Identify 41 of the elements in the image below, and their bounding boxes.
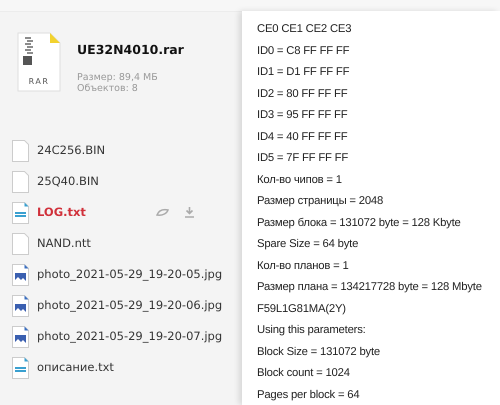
preview-text-line: Spare Size = 64 byte [257, 237, 360, 252]
archive-file-icon [17, 32, 61, 92]
archive-size: Размер: 89,4 МБ [77, 72, 159, 83]
preview-text-line: Block Size = 131072 byte [257, 344, 382, 360]
file-name[interactable]: 25Q40.BIN [37, 172, 99, 190]
text-file-icon [12, 202, 29, 224]
archive-name: UE32N4010.rar [77, 41, 184, 59]
preview-text-line: Pages per block = 64 [257, 388, 360, 402]
download-icon[interactable] [184, 207, 194, 218]
file-name[interactable]: описание.txt [37, 358, 114, 376]
preview-text-line: Кол-во планов = 1 [257, 258, 350, 274]
image-file-icon [12, 326, 29, 348]
archive-object-count: Объектов: 8 [77, 82, 139, 94]
preview-text-line: F59L1G81MA(2Y) [257, 302, 347, 316]
image-file-icon [12, 294, 29, 316]
file-type-label: RAR [28, 77, 50, 86]
preview-text-line: Кол-во чипов = 1 [257, 172, 343, 188]
preview-text-line: ID0 = C8 FF FF FF [257, 44, 350, 58]
preview-text-line: ID5 = 7F FF FF FF [257, 151, 350, 166]
preview-text-line: Размер блока = 131072 byte = 128 Kbyte [257, 216, 462, 230]
preview-text-line: Block count = 1024 [257, 366, 351, 381]
file-name[interactable]: photo_2021-05-29_19-20-06.jpg [37, 296, 222, 314]
file-name[interactable]: 24C256.BIN [37, 142, 106, 160]
blank-file-icon [12, 170, 29, 192]
file-name[interactable]: photo_2021-05-29_19-20-07.jpg [37, 328, 222, 346]
preview-text-line: Размер страницы = 2048 [257, 194, 384, 209]
preview-text-line: ID2 = 80 FF FF FF [257, 86, 348, 102]
preview-text-line: ID1 = D1 FF FF FF [257, 65, 350, 80]
preview-text-line: Размер плана = 134217728 byte = 128 Mbyte [257, 280, 483, 295]
preview-text-line: CE0 CE1 CE2 CE3 [257, 22, 352, 37]
blank-file-icon [12, 140, 29, 162]
file-name[interactable]: photo_2021-05-29_19-20-05.jpg [37, 266, 222, 284]
preview-text-line: ID4 = 40 FF FF FF [257, 130, 348, 144]
file-name[interactable]: NAND.ntt [37, 234, 91, 252]
file-name[interactable]: LOG.txt [37, 204, 86, 222]
blank-file-icon [12, 232, 29, 254]
text-file-icon [12, 356, 29, 378]
preview-text-line: Using this parameters: [257, 323, 367, 338]
share-icon[interactable] [156, 208, 169, 217]
image-file-icon [12, 264, 29, 286]
preview-text-line: ID3 = 95 FF FF FF [257, 108, 348, 123]
